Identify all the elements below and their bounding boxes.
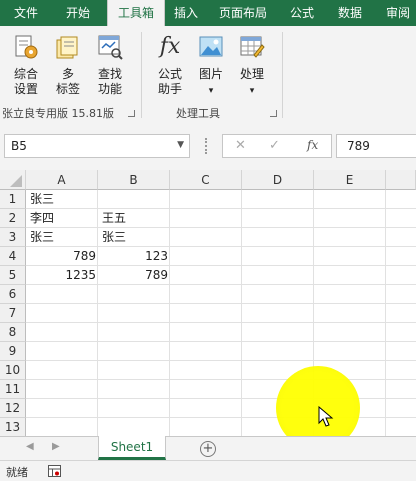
process-button[interactable]: 处理 ▾ <box>232 30 272 100</box>
row-header[interactable]: 6 <box>0 285 26 304</box>
formula-buttons: ✕ ✓ fx <box>222 134 332 158</box>
tab-formulas[interactable]: 公式 <box>282 0 322 26</box>
gridline <box>26 379 416 380</box>
scroll-right-icon[interactable]: ▶ <box>52 441 60 452</box>
ribbon-panel: 综合 设置 多标签 查找 功能 张立良专用版 15.81版 fx 公式 助手 图片 ▾ <box>0 26 416 123</box>
tab-review[interactable]: 审阅 <box>378 0 416 26</box>
status-text: 就绪 <box>6 466 28 479</box>
drag-handle-icon[interactable] <box>205 138 209 154</box>
tab-file[interactable]: 文件 <box>2 0 50 26</box>
formula-bar: B5 ▼ ✕ ✓ fx 789 <box>0 122 416 170</box>
insert-function-icon[interactable]: fx <box>307 138 318 152</box>
macro-record-icon[interactable] <box>48 465 61 477</box>
cell-b5[interactable]: 789 <box>98 266 170 285</box>
row-header[interactable]: 8 <box>0 323 26 342</box>
general-settings-label: 综合 设置 <box>13 67 38 96</box>
settings-doc-icon <box>15 35 38 59</box>
formula-helper-button[interactable]: fx 公式 助手 <box>150 30 190 100</box>
name-box[interactable]: B5 ▼ <box>4 134 190 158</box>
gridline <box>26 322 416 323</box>
formula-input[interactable]: 789 <box>336 134 416 158</box>
column-header-b[interactable]: B <box>98 170 170 190</box>
general-settings-button[interactable]: 综合 设置 <box>6 30 46 100</box>
row-header[interactable]: 2 <box>0 209 26 228</box>
cell-b2[interactable]: 王五 <box>100 209 170 228</box>
chevron-down-icon[interactable]: ▼ <box>177 140 184 150</box>
find-function-icon <box>98 35 123 60</box>
find-function-button[interactable]: 查找 功能 <box>90 30 130 100</box>
gridline <box>26 341 416 342</box>
cell-a1[interactable]: 张三 <box>28 190 98 209</box>
row-header[interactable]: 1 <box>0 190 26 209</box>
cell-a4[interactable]: 789 <box>26 247 98 266</box>
group-separator <box>282 32 283 118</box>
group-separator <box>141 32 142 118</box>
cancel-icon[interactable]: ✕ <box>235 138 246 153</box>
multi-tab-icon <box>56 36 78 59</box>
name-box-value: B5 <box>11 139 27 153</box>
tab-data[interactable]: 数据 <box>330 0 370 26</box>
cell-b4[interactable]: 123 <box>98 247 170 266</box>
sheet-tab-bar: ◀ ▶ Sheet1 + <box>0 436 416 461</box>
tab-home[interactable]: 开始 <box>52 0 104 26</box>
cell-b3[interactable]: 张三 <box>100 228 170 247</box>
formula-value: 789 <box>347 139 370 153</box>
picture-label: 图片 ▾ <box>198 67 223 96</box>
row-header[interactable]: 10 <box>0 361 26 380</box>
fx-icon: fx <box>159 34 181 59</box>
table-process-icon <box>240 36 265 58</box>
tab-toolbox[interactable]: 工具箱 <box>107 0 165 26</box>
row-header[interactable]: 3 <box>0 228 26 247</box>
formula-helper-label: 公式 助手 <box>157 67 182 96</box>
picture-button[interactable]: 图片 ▾ <box>191 30 231 100</box>
column-header-d[interactable]: D <box>242 170 314 190</box>
group-label-tools: 处理工具 <box>176 107 220 120</box>
column-header-e[interactable]: E <box>314 170 386 190</box>
picture-icon <box>199 36 223 57</box>
dialog-launcher-icon[interactable] <box>128 110 135 117</box>
gridline <box>26 303 416 304</box>
group-label-edition: 张立良专用版 15.81版 <box>2 107 114 120</box>
find-function-label: 查找 功能 <box>97 67 122 96</box>
scroll-left-icon[interactable]: ◀ <box>26 441 34 452</box>
cell-a5[interactable]: 1235 <box>26 266 98 285</box>
select-all-corner[interactable] <box>0 170 26 190</box>
column-header-c[interactable]: C <box>170 170 242 190</box>
multi-tab-button[interactable]: 多标签 <box>48 30 88 100</box>
gridline <box>26 360 416 361</box>
status-bar: 就绪 <box>0 460 416 481</box>
row-header[interactable]: 4 <box>0 247 26 266</box>
cell-a2[interactable]: 李四 <box>28 209 98 228</box>
dialog-launcher-icon[interactable] <box>270 110 277 117</box>
row-header[interactable]: 12 <box>0 399 26 418</box>
row-header[interactable]: 13 <box>0 418 26 436</box>
tab-page-layout[interactable]: 页面布局 <box>210 0 276 26</box>
confirm-icon[interactable]: ✓ <box>269 138 280 153</box>
select-all-icon <box>10 175 22 187</box>
row-header[interactable]: 9 <box>0 342 26 361</box>
row-header[interactable]: 11 <box>0 380 26 399</box>
mouse-pointer-icon <box>318 406 334 427</box>
cell-a3[interactable]: 张三 <box>28 228 98 247</box>
column-header-a[interactable]: A <box>26 170 98 190</box>
ribbon-tab-bar: 文件 开始 工具箱 插入 页面布局 公式 数据 审阅 <box>0 0 416 26</box>
tab-insert[interactable]: 插入 <box>166 0 206 26</box>
multi-tab-label: 多标签 <box>55 67 80 96</box>
row-header[interactable]: 5 <box>0 266 26 285</box>
process-label: 处理 ▾ <box>239 67 264 96</box>
sheet-tab-sheet1[interactable]: Sheet1 <box>98 436 166 460</box>
column-header-f[interactable] <box>386 170 416 190</box>
add-sheet-icon[interactable]: + <box>200 441 216 457</box>
row-header[interactable]: 7 <box>0 304 26 323</box>
